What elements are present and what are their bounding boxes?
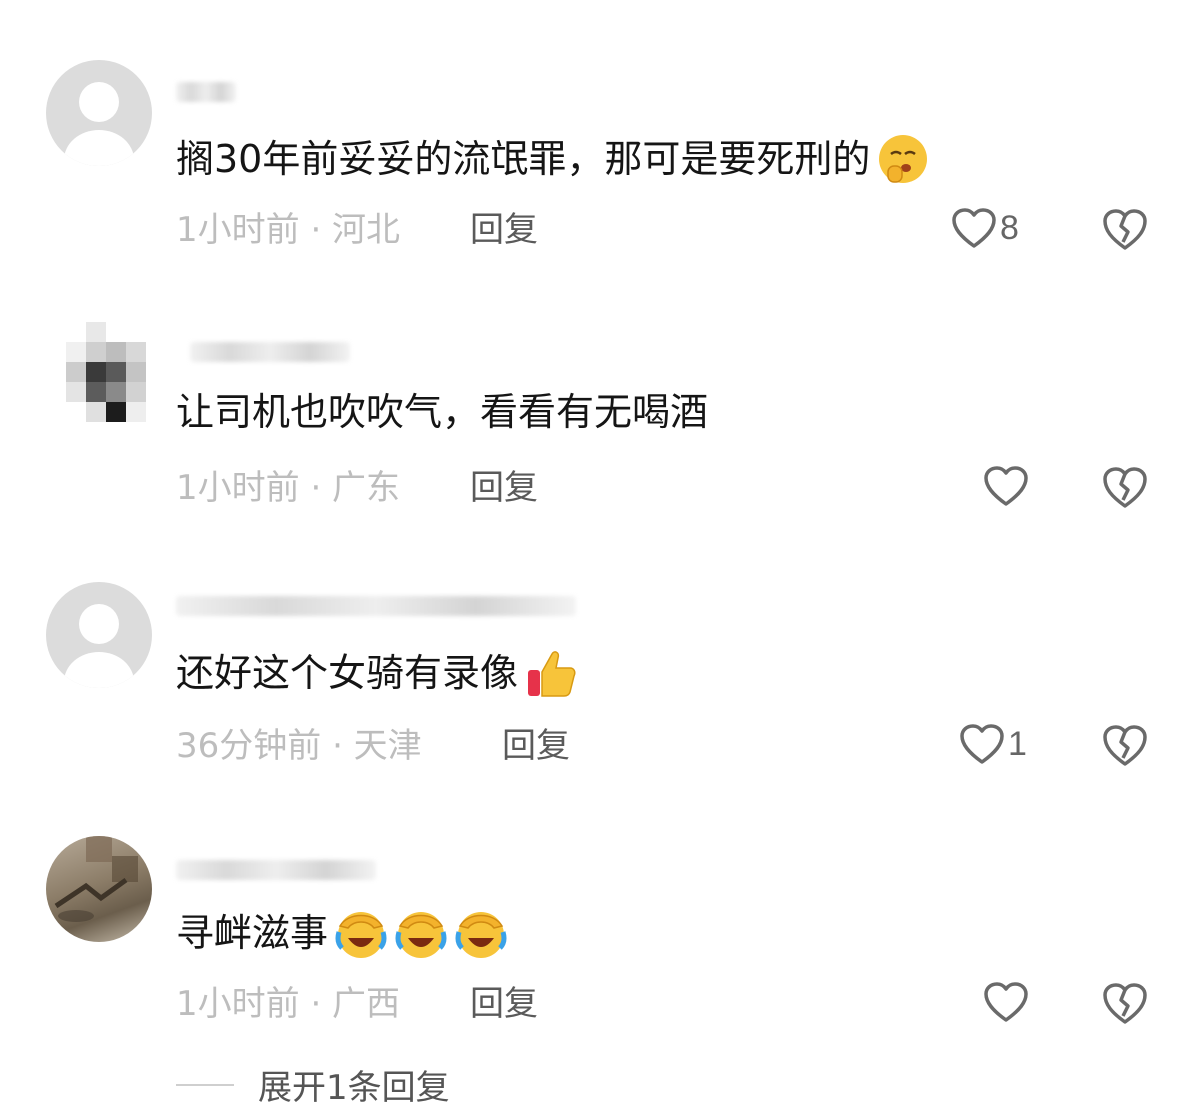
avatar[interactable] [46,322,152,428]
comment-text-content: 搁30年前妥妥的流氓罪，那可是要死刑的 [176,137,871,181]
expand-replies-button[interactable]: 展开1条回复 [176,1060,450,1103]
broken-heart-icon [1103,467,1147,508]
heart-icon [960,724,1004,764]
broken-heart-icon [1103,983,1147,1024]
reply-button[interactable]: 回复 [470,468,538,508]
heart-icon [984,982,1028,1022]
divider [176,1083,234,1086]
reply-button[interactable]: 回复 [470,210,538,250]
like-count: 1 [1008,724,1027,763]
broken-heart-icon [1103,725,1147,766]
face-palm-laugh-emoji [454,906,508,960]
avatar[interactable] [46,582,152,688]
dislike-button[interactable] [1100,464,1150,514]
like-count: 8 [1000,208,1019,247]
username-blurred[interactable] [176,596,576,616]
expand-replies-label: 展开1条回复 [258,1068,450,1103]
avatar[interactable] [46,836,152,942]
comment-meta: 1小时前 · 广西 [176,984,401,1024]
comment-text: 让司机也吹吹气，看看有无喝酒 [176,388,708,436]
like-button[interactable]: 8 [950,206,1019,250]
reply-button[interactable]: 回复 [502,726,570,766]
broken-heart-icon [1103,209,1147,250]
dislike-button[interactable] [1100,980,1150,1030]
comment-text: 搁30年前妥妥的流氓罪，那可是要死刑的 [176,132,930,186]
comment-text-content: 寻衅滋事 [176,911,329,955]
dislike-button[interactable] [1100,206,1150,256]
comment-text-content: 还好这个女骑有录像 [176,651,519,695]
like-button[interactable]: 1 [958,722,1027,766]
comment-text: 寻衅滋事 [176,906,508,960]
comment-meta: 1小时前 · 广东 [176,468,401,508]
comment-text-content: 让司机也吹吹气，看看有无喝酒 [176,390,709,434]
avatar[interactable] [46,60,152,166]
dislike-button[interactable] [1100,722,1150,772]
like-button[interactable] [982,464,1032,508]
shushing-face-emoji [876,132,930,186]
username-blurred[interactable] [190,342,350,362]
face-palm-laugh-emoji [394,906,448,960]
comment-item: 还好这个女骑有录像 36分钟前 · 天津 回复 1 [0,520,1201,780]
comment-text: 还好这个女骑有录像 [176,646,578,700]
reply-button[interactable]: 回复 [470,984,538,1024]
comment-meta: 1小时前 · 河北 [176,210,401,250]
username-blurred[interactable] [176,860,376,880]
thumbs-up-emoji [524,646,578,700]
face-palm-laugh-emoji [334,906,388,960]
heart-icon [952,208,996,248]
like-button[interactable] [982,980,1032,1024]
comment-item: 搁30年前妥妥的流氓罪，那可是要死刑的 1小时前 · 河北 回复 8 [0,0,1201,260]
heart-icon [984,466,1028,506]
comment-meta: 36分钟前 · 天津 [176,726,422,766]
comment-item: 寻衅滋事 1小时前 · 广西 回复 [0,780,1201,1040]
comment-item: 让司机也吹吹气，看看有无喝酒 1小时前 · 广东 回复 [0,260,1201,520]
username-blurred[interactable] [176,82,236,102]
